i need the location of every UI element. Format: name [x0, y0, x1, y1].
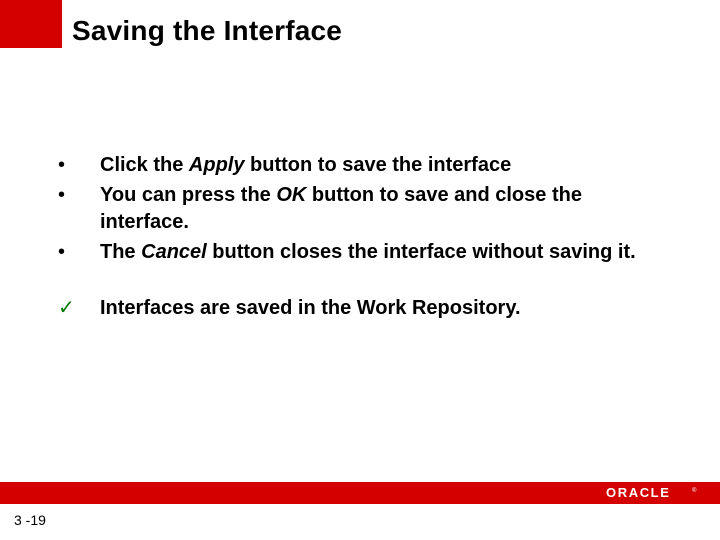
- footer-bar: ORACLE ®: [0, 482, 720, 504]
- bullet-post: button closes the interface without savi…: [207, 241, 636, 263]
- oracle-logo-text: ORACLE: [606, 486, 671, 500]
- bullet-em: Apply: [189, 154, 245, 176]
- bullet-em: OK: [276, 184, 306, 206]
- check-icon: ✓: [58, 295, 100, 322]
- oracle-logo: ORACLE ®: [606, 486, 702, 500]
- bullet-pre: Click the: [100, 154, 189, 176]
- bullet-text: The Cancel button closes the interface w…: [100, 239, 658, 266]
- bullet-pre: The: [100, 241, 141, 263]
- bullet-em: Cancel: [141, 241, 207, 263]
- slide-body: • Click the Apply button to save the int…: [58, 152, 658, 325]
- bullet-marker: •: [58, 182, 100, 209]
- check-text: Interfaces are saved in the Work Reposit…: [100, 295, 658, 322]
- page-number: 3 -19: [14, 512, 46, 528]
- bullet-pre: You can press the: [100, 184, 276, 206]
- slide-title: Saving the Interface: [72, 15, 342, 47]
- bullet-marker: •: [58, 152, 100, 179]
- bullet-text: You can press the OK button to save and …: [100, 182, 658, 236]
- bullet-item: • The Cancel button closes the interface…: [58, 239, 658, 266]
- check-item: ✓ Interfaces are saved in the Work Repos…: [58, 295, 658, 322]
- brand-square: [0, 0, 62, 48]
- bullet-marker: •: [58, 239, 100, 266]
- bullet-item: • You can press the OK button to save an…: [58, 182, 658, 236]
- bullet-post: button to save the interface: [244, 154, 511, 176]
- bullet-text: Click the Apply button to save the inter…: [100, 152, 658, 179]
- bullet-item: • Click the Apply button to save the int…: [58, 152, 658, 179]
- svg-text:®: ®: [692, 487, 697, 494]
- slide: Saving the Interface • Click the Apply b…: [0, 0, 720, 540]
